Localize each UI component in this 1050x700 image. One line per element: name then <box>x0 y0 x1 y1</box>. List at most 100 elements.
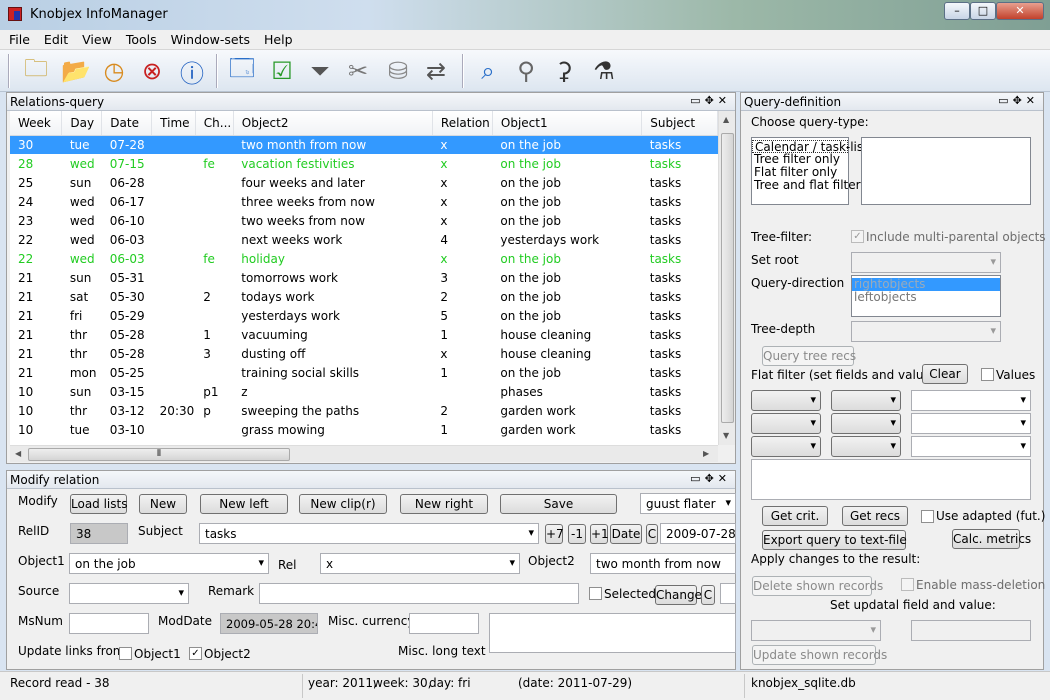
panel-window-buttons[interactable]: ▭✥✕ <box>690 472 731 485</box>
update-shown-button[interactable]: Update shown records <box>752 645 887 665</box>
column-header[interactable]: Object2 <box>233 111 433 136</box>
source-combo[interactable] <box>69 583 189 604</box>
maximize-button[interactable]: □ <box>970 2 996 20</box>
c-button[interactable]: C <box>701 585 715 605</box>
query-options-list[interactable] <box>861 137 1031 205</box>
rel-combo[interactable]: x <box>320 553 520 574</box>
extra-field[interactable] <box>720 583 736 604</box>
query-type-item[interactable]: Tree and flat filter <box>752 179 861 192</box>
table-row[interactable]: 28 wed 07-15 fe vacation festivities x on the … <box>10 154 718 173</box>
filter-value-combo[interactable] <box>911 413 1031 434</box>
filter-op-combo[interactable] <box>831 390 901 411</box>
filter-value-combo[interactable] <box>911 390 1031 411</box>
tree-depth-combo[interactable] <box>851 321 1001 342</box>
subject-combo[interactable]: tasks <box>199 523 539 544</box>
column-header[interactable]: Ch... <box>195 111 234 136</box>
get-recs-button[interactable]: Get recs <box>842 506 908 526</box>
criteria-text-area[interactable] <box>751 459 1031 500</box>
query-type-list[interactable]: Calendar / task-list Tree filter only Fl… <box>751 137 868 205</box>
new-clip-button[interactable]: New clip(r) <box>299 494 387 514</box>
clear-button[interactable]: Clear <box>922 364 968 384</box>
selected-checkbox[interactable] <box>589 587 602 600</box>
long-text-field[interactable] <box>489 613 736 653</box>
export-query-button[interactable]: Export query to text-file <box>762 530 907 550</box>
filter-op-combo[interactable] <box>831 436 901 457</box>
table-row[interactable]: 21 thr 05-28 1 vacuuming 1 house cleaning tasks <box>10 325 718 344</box>
user-combo[interactable]: guust flater <box>640 493 736 514</box>
column-header[interactable]: Subject <box>641 111 718 136</box>
plus1-button[interactable]: +1 <box>590 524 609 544</box>
panel-window-buttons[interactable]: ▭✥✕ <box>998 94 1039 107</box>
filter-field-combo[interactable] <box>751 390 821 411</box>
table-row[interactable]: 21 fri 05-29 yesterdays work 5 on the job task… <box>10 306 718 325</box>
include-multi-checkbox[interactable]: ✓ <box>851 230 864 243</box>
query-direction-list[interactable]: rightobjects leftobjects <box>851 275 1001 317</box>
menu-tools[interactable]: Tools <box>119 30 164 47</box>
column-header[interactable]: Object1 <box>492 111 643 136</box>
currency-field[interactable] <box>409 613 479 634</box>
filter-op-combo[interactable] <box>831 413 901 434</box>
open-folder-icon[interactable]: 📂 <box>58 53 94 89</box>
set-root-combo[interactable] <box>851 252 1001 273</box>
table-row[interactable]: 25 sun 06-28 four weeks and later x on the jo… <box>10 173 718 192</box>
column-header[interactable]: Relation <box>432 111 493 136</box>
column-header[interactable]: Time <box>151 111 196 136</box>
filter-icon[interactable]: ⏷ <box>302 53 338 89</box>
calc-metrics-button[interactable]: Calc. metrics <box>952 529 1031 549</box>
new-left-button[interactable]: New left <box>200 494 288 514</box>
panel-window-buttons[interactable]: ▭✥✕ <box>690 94 731 107</box>
table-row[interactable]: 10 sun 03-15 p1 z phases tasks <box>10 382 718 401</box>
column-header[interactable]: Day <box>61 111 103 136</box>
table-row[interactable]: 21 sun 05-31 tomorrows work 3 on the job tasks <box>10 268 718 287</box>
telescope-icon[interactable]: ⚳ <box>546 53 582 89</box>
database-icon[interactable]: ⛁ <box>380 53 416 89</box>
menu-view[interactable]: View <box>75 30 119 47</box>
values-checkbox[interactable] <box>981 368 994 381</box>
direction-item[interactable]: leftobjects <box>852 291 1000 304</box>
filter-field-combo[interactable] <box>751 436 821 457</box>
table-row[interactable]: 30 tue 07-28 two month from now x on the job t… <box>10 135 718 154</box>
date-clear-button[interactable]: C <box>646 524 658 544</box>
use-adapted-checkbox[interactable] <box>921 510 934 523</box>
menu-help[interactable]: Help <box>257 30 300 47</box>
load-lists-button[interactable]: Load lists <box>70 494 127 514</box>
object1-checkbox[interactable] <box>119 647 132 660</box>
clock-icon[interactable]: ◷ <box>96 53 132 89</box>
checklist-icon[interactable]: ☑ <box>264 53 300 89</box>
column-header[interactable]: Date <box>101 111 153 136</box>
filter-field-combo[interactable] <box>751 413 821 434</box>
tools-icon[interactable]: ✂ <box>340 53 376 89</box>
microscope2-icon[interactable]: ⚗ <box>586 53 622 89</box>
table-row[interactable]: 21 sat 05-30 2 todays work 2 on the job tasks <box>10 287 718 306</box>
table-row[interactable]: 24 wed 06-17 three weeks from now x on the jo… <box>10 192 718 211</box>
date-button[interactable]: Date <box>610 524 642 544</box>
get-crit-button[interactable]: Get crit. <box>762 506 828 526</box>
object2-checkbox[interactable]: ✓ <box>189 647 202 660</box>
plus7-button[interactable]: +7 <box>545 524 564 544</box>
date-field[interactable]: 2009-07-28 <box>660 523 736 544</box>
close-button[interactable]: ✕ <box>996 2 1044 20</box>
delete-shown-button[interactable]: Delete shown records <box>752 576 883 596</box>
table-row[interactable]: 22 wed 06-03 fe holiday x on the job tasks <box>10 249 718 268</box>
info-icon[interactable]: ⓘ <box>174 53 210 89</box>
search-icon[interactable]: ⌕ <box>470 53 506 89</box>
remark-field[interactable] <box>259 583 579 604</box>
column-header[interactable]: Week <box>10 111 63 136</box>
menu-file[interactable]: File <box>0 30 37 47</box>
new-window-icon[interactable]: 🗔 <box>224 53 260 89</box>
folder-icon[interactable]: 🗀 <box>18 53 54 89</box>
change-button[interactable]: Change <box>655 585 702 605</box>
mass-deletion-checkbox[interactable] <box>901 578 914 591</box>
table-row[interactable]: 21 thr 05-28 3 dusting off x house cleaning tas… <box>10 344 718 363</box>
menu-edit[interactable]: Edit <box>37 30 75 47</box>
table-row[interactable]: 22 wed 06-03 next weeks work 4 yesterdays wor… <box>10 230 718 249</box>
grid-horizontal-scrollbar[interactable]: ◀ ⦀ ▶ <box>10 445 718 462</box>
msnum-field[interactable] <box>69 613 149 634</box>
table-row[interactable]: 21 mon 05-25 training social skills 1 on the … <box>10 363 718 382</box>
query-tree-button[interactable]: Query tree recs <box>762 346 856 366</box>
minimize-button[interactable]: – <box>944 2 970 20</box>
new-right-button[interactable]: New right <box>400 494 488 514</box>
menu-window-sets[interactable]: Window-sets <box>164 30 257 47</box>
relations-grid[interactable]: Week Day Date Time Ch... Object2 Relation Objec… <box>10 111 718 445</box>
minus1-button[interactable]: -1 <box>568 524 586 544</box>
